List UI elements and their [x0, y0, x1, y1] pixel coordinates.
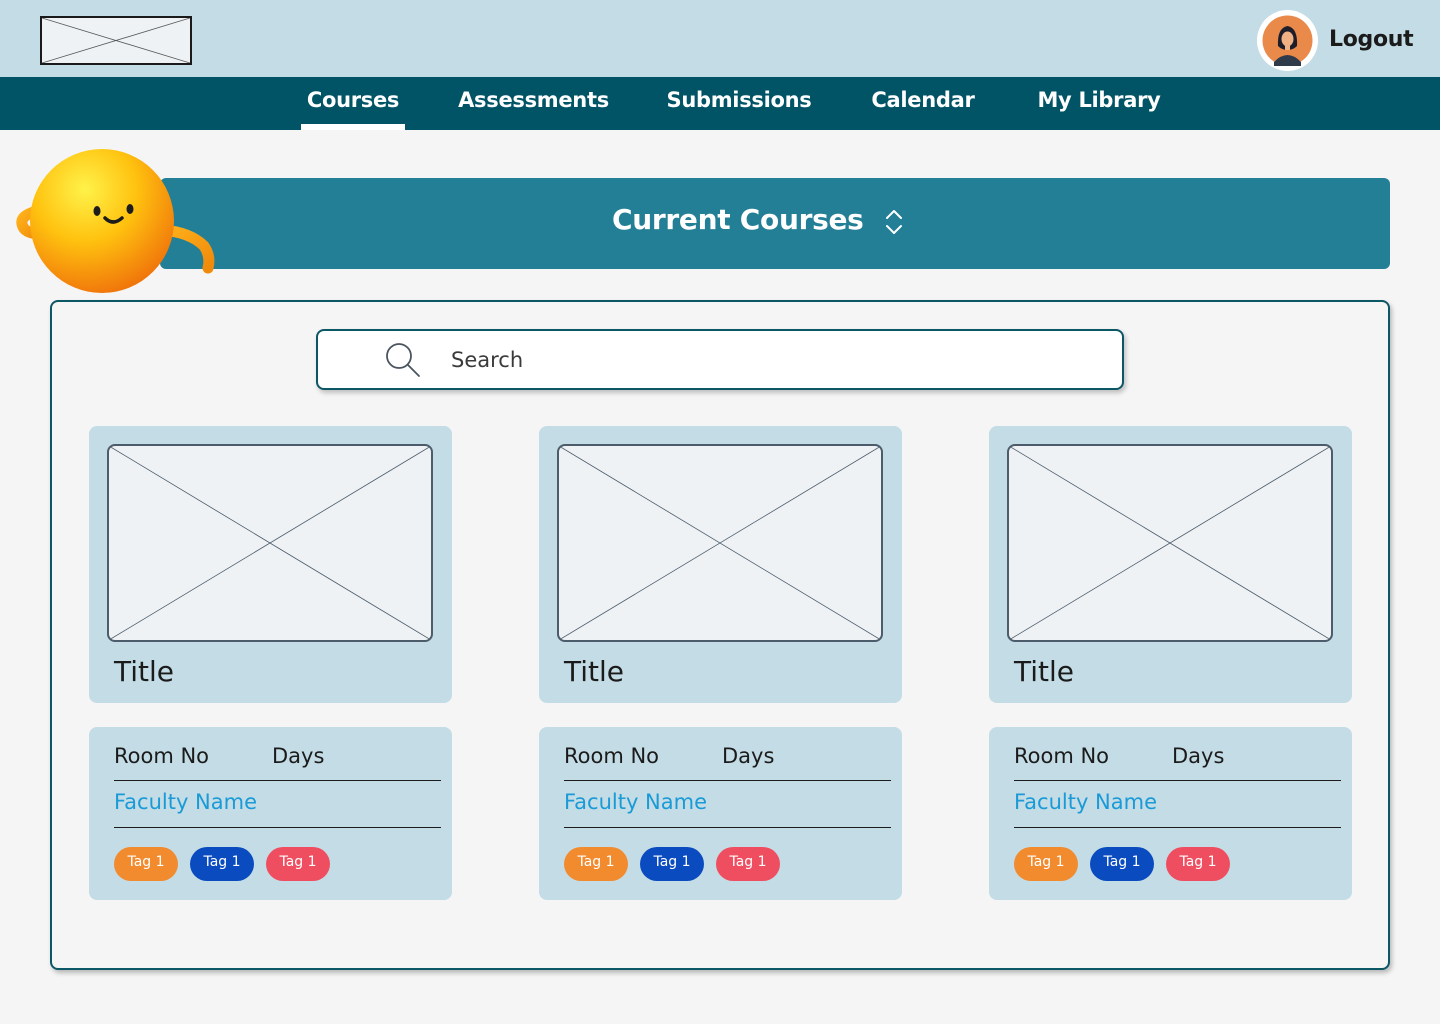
days-label: Days — [722, 744, 775, 768]
faculty-name-link[interactable]: Faculty Name — [114, 790, 257, 814]
faculty-name-link[interactable]: Faculty Name — [564, 790, 707, 814]
divider — [1014, 780, 1341, 781]
tag-badge[interactable]: Tag 1 — [564, 847, 628, 881]
tag-badge[interactable]: Tag 1 — [266, 847, 330, 881]
nav-item-calendar[interactable]: Calendar — [867, 77, 979, 130]
course-card[interactable]: Title — [989, 426, 1352, 703]
user-avatar-icon[interactable] — [1257, 10, 1318, 71]
divider — [114, 780, 441, 781]
nav-item-submissions[interactable]: Submissions — [664, 77, 814, 130]
nav-item-courses[interactable]: Courses — [301, 77, 405, 130]
room-number-label: Room No — [564, 744, 660, 768]
tag-badge[interactable]: Tag 1 — [1090, 847, 1154, 881]
tag-badge[interactable]: Tag 1 — [114, 847, 178, 881]
tag-badge[interactable]: Tag 1 — [190, 847, 254, 881]
course-details: Room No Days Faculty Name Tag 1 Tag 1 Ta… — [539, 727, 902, 900]
nav-item-my-library[interactable]: My Library — [1033, 77, 1165, 130]
nav-item-assessments[interactable]: Assessments — [456, 77, 611, 130]
chevron-up-down-icon[interactable] — [882, 207, 906, 237]
course-image-placeholder-icon — [1007, 444, 1333, 642]
course-details: Room No Days Faculty Name Tag 1 Tag 1 Ta… — [89, 727, 452, 900]
course-card[interactable]: Title — [89, 426, 452, 703]
top-bar: Logout — [0, 0, 1440, 77]
tag-badge[interactable]: Tag 1 — [640, 847, 704, 881]
divider — [564, 827, 891, 828]
divider — [564, 780, 891, 781]
room-number-label: Room No — [1014, 744, 1110, 768]
divider — [1014, 827, 1341, 828]
faculty-name-link[interactable]: Faculty Name — [1014, 790, 1157, 814]
tag-badge[interactable]: Tag 1 — [1014, 847, 1078, 881]
days-label: Days — [1172, 744, 1225, 768]
course-details: Room No Days Faculty Name Tag 1 Tag 1 Ta… — [989, 727, 1352, 900]
course-title: Title — [564, 655, 625, 688]
smiley-ball-mascot-icon — [12, 148, 217, 298]
divider — [114, 827, 441, 828]
search-input[interactable] — [451, 344, 1091, 376]
logout-button[interactable]: Logout — [1329, 27, 1414, 52]
course-title: Title — [1014, 655, 1075, 688]
course-image-placeholder-icon — [107, 444, 433, 642]
main-nav: Courses Assessments Submissions Calendar… — [0, 77, 1440, 130]
course-card[interactable]: Title — [539, 426, 902, 703]
logo-placeholder-icon[interactable] — [40, 16, 192, 65]
page-title: Current Courses — [612, 203, 864, 236]
tag-badge[interactable]: Tag 1 — [1166, 847, 1230, 881]
search-bar — [316, 329, 1124, 390]
room-number-label: Room No — [114, 744, 210, 768]
tag-badge[interactable]: Tag 1 — [716, 847, 780, 881]
course-image-placeholder-icon — [557, 444, 883, 642]
days-label: Days — [272, 744, 325, 768]
course-title: Title — [114, 655, 175, 688]
search-icon[interactable] — [384, 341, 422, 379]
